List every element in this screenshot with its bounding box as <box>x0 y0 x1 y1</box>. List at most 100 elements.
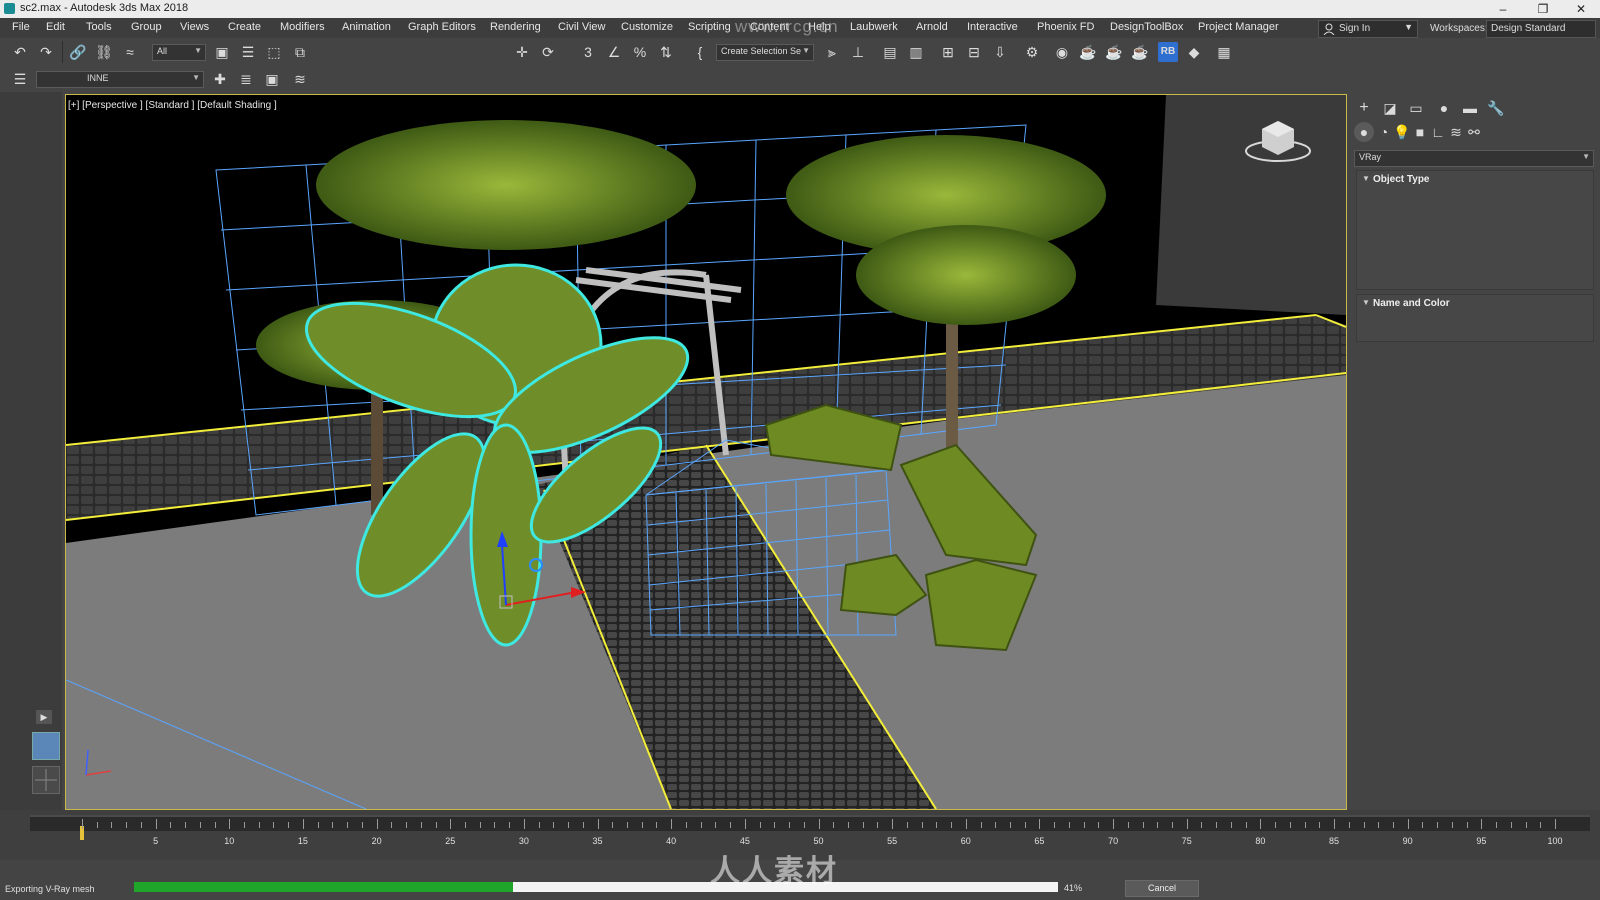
percent-snap-icon[interactable]: % <box>630 42 650 62</box>
angle-snap-icon[interactable]: ∠ <box>604 42 624 62</box>
activeshade-icon[interactable]: ☕ <box>1130 42 1150 62</box>
layer-explorer-icon[interactable]: ▤ <box>880 42 900 62</box>
cameras-category-icon[interactable]: ■ <box>1410 122 1430 142</box>
helpers-category-icon[interactable]: ∟ <box>1428 122 1448 142</box>
rollout-name-and-color[interactable]: ▼ Name and Color <box>1356 294 1594 342</box>
layers-icon[interactable]: ≋ <box>290 69 310 89</box>
menu-views[interactable]: Views <box>180 21 209 33</box>
utilities-tab-icon[interactable]: 🔧 <box>1486 98 1506 118</box>
close-button[interactable]: ✕ <box>1562 0 1600 18</box>
render-setup-icon[interactable]: ⚙ <box>1022 42 1042 62</box>
motion-tab-icon[interactable]: ● <box>1434 98 1454 118</box>
rect-selection-icon[interactable]: ⬚ <box>264 42 284 62</box>
toggle-ribbon-icon[interactable]: ▥ <box>906 42 926 62</box>
timeline-tick <box>140 822 142 828</box>
select-object-icon[interactable]: ▣ <box>212 42 232 62</box>
cancel-button[interactable]: Cancel <box>1125 880 1199 897</box>
shapes-category-icon[interactable]: ◔ <box>1374 122 1394 142</box>
create-tab-icon[interactable]: + <box>1354 98 1374 118</box>
geometry-category-icon[interactable]: ● <box>1354 122 1374 142</box>
scene-explorer-icon[interactable]: ☰ <box>10 69 30 89</box>
workspace-select[interactable]: Design Standard <box>1486 20 1596 38</box>
timeline-tick <box>479 822 481 828</box>
undo-icon[interactable]: ↶ <box>10 42 30 62</box>
snaps-3d-icon[interactable]: 3 <box>578 42 598 62</box>
menu-scripting[interactable]: Scripting <box>688 21 731 33</box>
rollout-name-and-color-title: Name and Color <box>1373 298 1450 309</box>
rotate-icon[interactable]: ⟳ <box>538 42 558 62</box>
unlink-icon[interactable]: ⛓ <box>94 42 114 62</box>
render-frame-icon[interactable]: ◉ <box>1052 42 1072 62</box>
collapse-triangle-icon[interactable]: ▼ <box>1362 298 1370 307</box>
menu-project-manager[interactable]: Project Manager <box>1198 21 1279 33</box>
menu-customize[interactable]: Customize <box>621 21 673 33</box>
layer-dropdown[interactable]: INNE ▼ <box>36 71 204 88</box>
create-layer-icon[interactable]: ✚ <box>210 69 230 89</box>
display-tab-icon[interactable]: ▬ <box>1460 98 1480 118</box>
selection-filter-dropdown[interactable]: All ▼ <box>152 44 206 61</box>
timeline-tick <box>1216 822 1218 828</box>
hierarchy-tab-icon[interactable]: ▭ <box>1406 98 1426 118</box>
move-icon[interactable]: ✛ <box>512 42 532 62</box>
menu-group[interactable]: Group <box>131 21 162 33</box>
schematic-view-icon[interactable]: ⊟ <box>964 42 984 62</box>
link-icon[interactable]: 🔗 <box>68 42 88 62</box>
curve-editor-icon[interactable]: ⊞ <box>938 42 958 62</box>
edit-named-selection-icon[interactable]: { <box>690 42 710 62</box>
window-crossing-icon[interactable]: ⧉ <box>290 42 310 62</box>
menu-arnold[interactable]: Arnold <box>916 21 948 33</box>
menu-file[interactable]: File <box>12 21 30 33</box>
menu-modifiers[interactable]: Modifiers <box>280 21 325 33</box>
bind-spacewarp-icon[interactable]: ≈ <box>120 42 140 62</box>
timeline-tick <box>538 822 540 828</box>
rb-button[interactable]: RB <box>1158 42 1178 62</box>
workspaces-label: Workspaces: <box>1430 23 1488 34</box>
redo-icon[interactable]: ↷ <box>36 42 56 62</box>
bucket-icon[interactable]: ◆ <box>1184 42 1204 62</box>
menu-interactive[interactable]: Interactive <box>967 21 1018 33</box>
rollout-object-type[interactable]: ▼ Object Type <box>1356 170 1594 290</box>
object-category-dropdown[interactable]: VRay ▼ <box>1354 150 1594 167</box>
render-production-icon[interactable]: ☕ <box>1078 42 1098 62</box>
material-editor-icon[interactable]: ⇩ <box>990 42 1010 62</box>
modify-tab-icon[interactable]: ◪ <box>1380 98 1400 118</box>
expand-layouts-icon[interactable]: ▶ <box>36 710 52 724</box>
grid-tools-icon[interactable]: ▦ <box>1214 42 1234 62</box>
single-viewport-layout-icon[interactable] <box>32 732 60 760</box>
menu-phoenix-fd[interactable]: Phoenix FD <box>1037 21 1094 33</box>
menu-edit[interactable]: Edit <box>46 21 65 33</box>
timeline-tick <box>1157 822 1159 828</box>
named-selection-dropdown[interactable]: Create Selection Se ▼ <box>716 44 814 61</box>
restore-button[interactable]: ❐ <box>1524 0 1562 18</box>
render-iterative-icon[interactable]: ☕ <box>1104 42 1124 62</box>
menu-tools[interactable]: Tools <box>86 21 112 33</box>
timeline-tick <box>1127 822 1129 828</box>
minimize-button[interactable]: – <box>1484 0 1522 18</box>
align-icon[interactable]: ⊥ <box>848 42 868 62</box>
layer-stack-icon[interactable]: ≣ <box>236 69 256 89</box>
select-by-name-icon[interactable]: ☰ <box>238 42 258 62</box>
select-in-layer-icon[interactable]: ▣ <box>262 69 282 89</box>
menu-civil-view[interactable]: Civil View <box>558 21 605 33</box>
timeline-tick-label: 60 <box>960 836 971 846</box>
viewport-label[interactable]: [+] [Perspective ] [Standard ] [Default … <box>68 100 277 111</box>
menu-create[interactable]: Create <box>228 21 261 33</box>
menu-animation[interactable]: Animation <box>342 21 391 33</box>
progress-bar-fill <box>134 882 513 892</box>
systems-category-icon[interactable]: ⚯ <box>1464 122 1484 142</box>
sign-in-dropdown[interactable]: Sign In ▼ <box>1318 20 1418 38</box>
lights-category-icon[interactable]: 💡 <box>1392 122 1412 142</box>
timeline-tick <box>597 819 599 829</box>
quad-viewport-layout-icon[interactable] <box>32 766 60 794</box>
menu-designtoolbox[interactable]: DesignToolBox <box>1110 21 1183 33</box>
collapse-triangle-icon[interactable]: ▼ <box>1362 174 1370 183</box>
spinner-snap-icon[interactable]: ⇅ <box>656 42 676 62</box>
menu-graph-editors[interactable]: Graph Editors <box>408 21 476 33</box>
perspective-viewport[interactable] <box>65 94 1347 810</box>
menu-laubwerk[interactable]: Laubwerk <box>850 21 898 33</box>
scene-render[interactable] <box>66 95 1346 809</box>
menu-rendering[interactable]: Rendering <box>490 21 541 33</box>
spacewarps-category-icon[interactable]: ≋ <box>1446 122 1466 142</box>
timeline-tick <box>1407 819 1409 829</box>
mirror-icon[interactable]: ⫸ <box>822 42 842 62</box>
